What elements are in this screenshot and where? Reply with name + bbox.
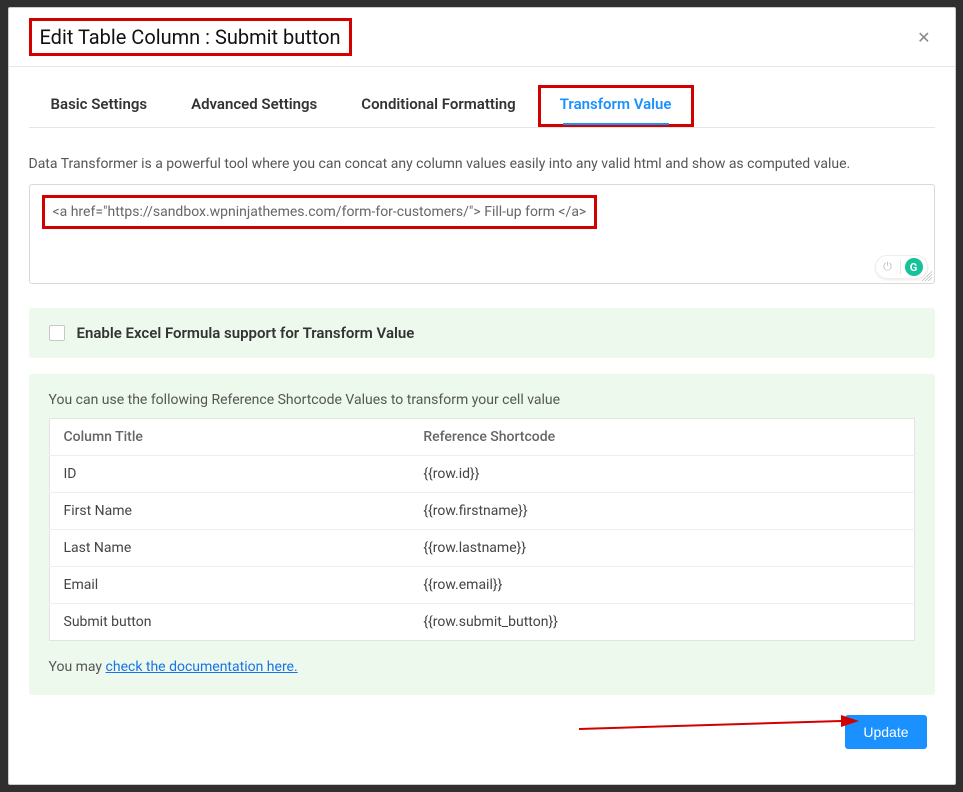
ref-title: Email bbox=[49, 567, 409, 604]
tab-basic-settings[interactable]: Basic Settings bbox=[29, 85, 170, 127]
modal-footer: Update bbox=[29, 695, 935, 749]
documentation-line: You may check the documentation here. bbox=[49, 659, 915, 675]
reference-table: Column Title Reference Shortcode ID {{ro… bbox=[49, 418, 915, 641]
edit-column-modal: Edit Table Column : Submit button ✕ Basi… bbox=[8, 7, 956, 785]
enable-formula-row: Enable Excel Formula support for Transfo… bbox=[29, 308, 935, 358]
ref-shortcode: {{row.email}} bbox=[409, 567, 914, 604]
update-button[interactable]: Update bbox=[845, 715, 926, 749]
documentation-link[interactable]: check the documentation here. bbox=[106, 659, 298, 675]
resize-handle-icon[interactable] bbox=[922, 271, 932, 281]
table-row: Email {{row.email}} bbox=[49, 567, 914, 604]
modal-body: Basic Settings Advanced Settings Conditi… bbox=[9, 67, 955, 784]
tab-transform-value[interactable]: Transform Value bbox=[538, 85, 694, 127]
ref-shortcode: {{row.lastname}} bbox=[409, 530, 914, 567]
transform-value-text: <a href="https://sandbox.wpninjathemes.c… bbox=[42, 195, 598, 229]
reference-intro: You can use the following Reference Shor… bbox=[49, 392, 915, 408]
ref-title: ID bbox=[49, 456, 409, 493]
ref-title: Last Name bbox=[49, 530, 409, 567]
separator bbox=[900, 260, 901, 274]
close-icon[interactable]: ✕ bbox=[913, 24, 934, 51]
table-header-row: Column Title Reference Shortcode bbox=[49, 419, 914, 456]
col-header-shortcode: Reference Shortcode bbox=[409, 419, 914, 456]
ref-title: First Name bbox=[49, 493, 409, 530]
modal-title: Edit Table Column : Submit button bbox=[29, 18, 352, 56]
grammarly-widget[interactable]: ⏻ G bbox=[875, 255, 928, 279]
table-row: Last Name {{row.lastname}} bbox=[49, 530, 914, 567]
tab-conditional-formatting[interactable]: Conditional Formatting bbox=[339, 85, 537, 127]
ref-shortcode: {{row.submit_button}} bbox=[409, 604, 914, 641]
ref-title: Submit button bbox=[49, 604, 409, 641]
grammarly-icon[interactable]: G bbox=[905, 258, 923, 276]
col-header-title: Column Title bbox=[49, 419, 409, 456]
enable-formula-label: Enable Excel Formula support for Transfo… bbox=[77, 324, 415, 342]
enable-formula-checkbox[interactable] bbox=[49, 325, 65, 341]
arrow-annotation-icon bbox=[579, 709, 859, 735]
tab-advanced-settings[interactable]: Advanced Settings bbox=[169, 85, 339, 127]
doc-prefix: You may bbox=[49, 659, 106, 675]
modal-header: Edit Table Column : Submit button ✕ bbox=[9, 8, 955, 67]
transform-value-input[interactable]: <a href="https://sandbox.wpninjathemes.c… bbox=[29, 184, 935, 284]
table-row: Submit button {{row.submit_button}} bbox=[49, 604, 914, 641]
reference-panel: You can use the following Reference Shor… bbox=[29, 374, 935, 695]
power-icon[interactable]: ⏻ bbox=[880, 259, 896, 275]
tab-bar: Basic Settings Advanced Settings Conditi… bbox=[29, 85, 935, 128]
table-row: First Name {{row.firstname}} bbox=[49, 493, 914, 530]
ref-shortcode: {{row.id}} bbox=[409, 456, 914, 493]
transform-description: Data Transformer is a powerful tool wher… bbox=[29, 156, 935, 172]
table-row: ID {{row.id}} bbox=[49, 456, 914, 493]
ref-shortcode: {{row.firstname}} bbox=[409, 493, 914, 530]
